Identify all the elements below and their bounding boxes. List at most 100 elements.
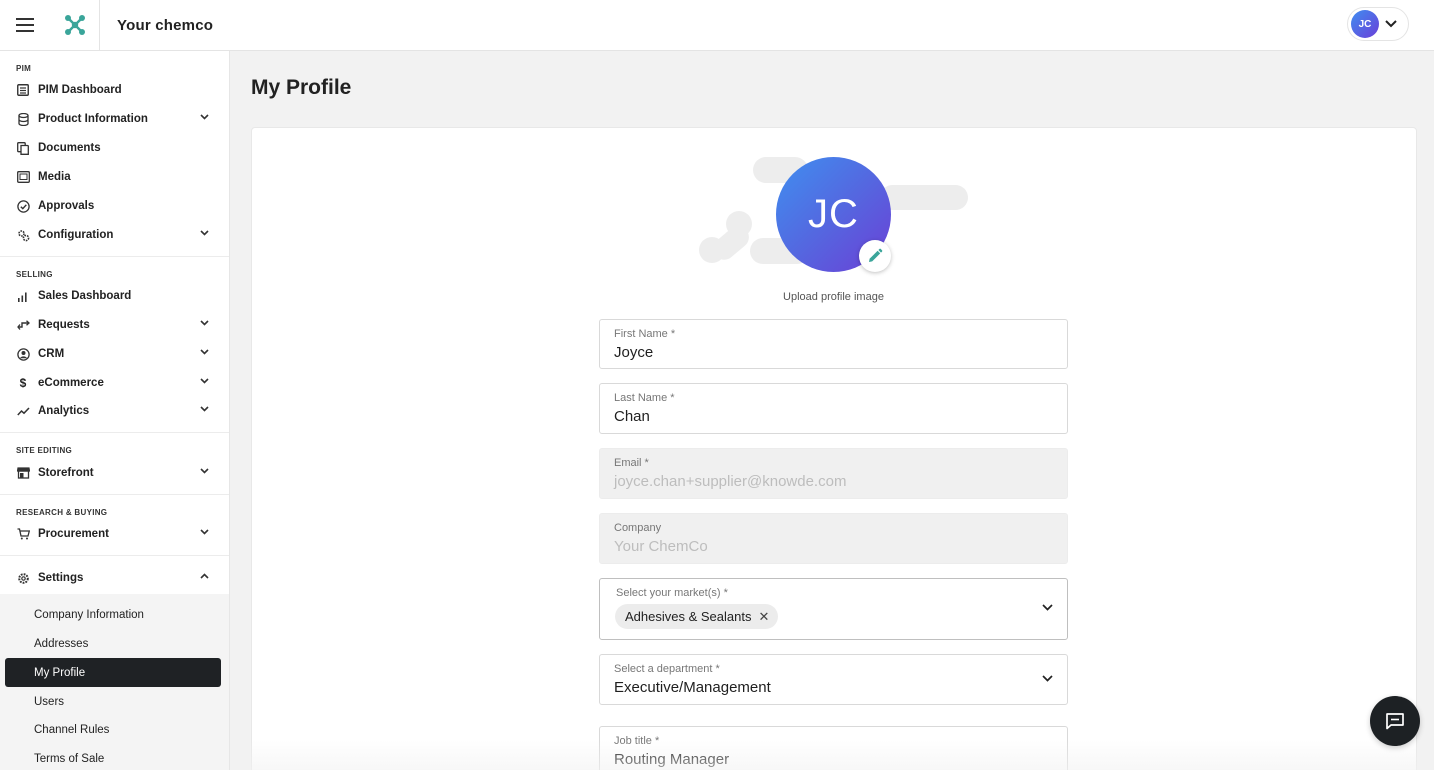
database-icon [16, 112, 30, 126]
sidebar-subitem-terms-of-sale[interactable]: Terms of Sale [5, 744, 221, 770]
divider [0, 256, 229, 257]
sidebar: PIM PIM Dashboard Product Information Do… [0, 51, 230, 770]
requests-icon [16, 318, 30, 332]
chat-button[interactable] [1370, 696, 1420, 746]
sidebar-item-pim-dashboard[interactable]: PIM Dashboard [0, 76, 229, 104]
chevron-down-icon[interactable] [1042, 674, 1053, 682]
divider [0, 555, 229, 556]
pencil-icon [869, 248, 883, 262]
hamburger-icon [16, 18, 34, 32]
check-circle-icon [16, 199, 30, 213]
user-circle-icon [16, 347, 30, 361]
company-field: Company Your ChemCo [599, 513, 1068, 564]
field-label: Company [614, 522, 662, 534]
sidebar-item-label: Sales Dashboard [38, 290, 132, 302]
sidebar-item-storefront[interactable]: Storefront [0, 459, 229, 487]
first-name-input[interactable]: Joyce [614, 344, 653, 361]
sidebar-item-procurement[interactable]: Procurement [0, 520, 229, 548]
sidebar-item-sales-dashboard[interactable]: Sales Dashboard [0, 282, 229, 310]
documents-icon [16, 141, 30, 155]
job-title-field[interactable]: Job title * Routing Manager [599, 726, 1068, 770]
gear-icon [16, 571, 30, 585]
org-title: Your chemco [117, 16, 214, 34]
list-icon [16, 83, 30, 97]
chevron-down-icon [200, 114, 209, 120]
divider [0, 494, 229, 495]
first-name-field[interactable]: First Name * Joyce [599, 319, 1068, 369]
field-label: Last Name * [614, 392, 675, 404]
sidebar-item-ecommerce[interactable]: $ eCommerce [0, 369, 229, 397]
user-menu-button[interactable]: JC [1347, 7, 1409, 41]
sidebar-item-label: Procurement [38, 528, 109, 540]
sidebar-item-media[interactable]: Media [0, 163, 229, 191]
job-title-input[interactable]: Routing Manager [614, 751, 729, 768]
gears-icon [16, 228, 30, 242]
email-input: joyce.chan+supplier@knowde.com [614, 473, 847, 490]
chevron-down-icon[interactable] [1042, 604, 1053, 611]
last-name-input[interactable]: Chan [614, 408, 650, 425]
chevron-down-icon [200, 320, 209, 326]
section-label-site-editing: SITE EDITING [16, 446, 73, 455]
cart-icon [16, 527, 30, 541]
markets-select[interactable]: Select your market(s) * Adhesives & Seal… [599, 578, 1068, 640]
sidebar-item-label: eCommerce [38, 377, 104, 389]
dollar-icon: $ [19, 376, 27, 390]
sidebar-item-label: Documents [38, 142, 101, 154]
upload-profile-image-link[interactable]: Upload profile image [700, 291, 967, 303]
sidebar-item-approvals[interactable]: Approvals [0, 192, 229, 220]
company-input: Your ChemCo [614, 538, 708, 555]
sidebar-item-requests[interactable]: Requests [0, 311, 229, 339]
sidebar-item-crm[interactable]: CRM [0, 340, 229, 368]
last-name-field[interactable]: Last Name * Chan [599, 383, 1068, 434]
divider [0, 432, 229, 433]
department-select[interactable]: Select a department * Executive/Manageme… [599, 654, 1068, 705]
top-header: Your chemco JC [0, 0, 1434, 51]
chevron-up-icon [200, 573, 209, 579]
avatar: JC [1351, 10, 1379, 38]
field-label: Job title * [614, 735, 660, 747]
chevron-down-icon [200, 349, 209, 355]
sidebar-item-label: Analytics [38, 405, 90, 417]
page-title: My Profile [251, 76, 352, 99]
section-label-selling: SELLING [16, 270, 53, 279]
sidebar-item-configuration[interactable]: Configuration [0, 221, 229, 249]
field-label: Email * [614, 457, 649, 469]
sidebar-item-documents[interactable]: Documents [0, 134, 229, 162]
sidebar-item-label: PIM Dashboard [38, 84, 122, 96]
sidebar-item-label: Approvals [38, 200, 95, 212]
sidebar-item-label: Media [38, 171, 71, 183]
sidebar-item-label: Storefront [38, 467, 94, 479]
field-label: First Name * [614, 328, 676, 340]
chevron-down-icon [200, 468, 209, 474]
storefront-icon [16, 466, 30, 480]
decorative-shape [880, 185, 968, 210]
sidebar-item-product-information[interactable]: Product Information [0, 105, 229, 133]
sidebar-subitem-company-information[interactable]: Company Information [5, 600, 221, 629]
bar-chart-icon [16, 289, 30, 303]
image-icon [16, 170, 30, 184]
chevron-down-icon [200, 529, 209, 535]
market-chip: Adhesives & Sealants ✕ [615, 604, 779, 629]
sidebar-subitem-channel-rules[interactable]: Channel Rules [5, 715, 221, 744]
remove-chip-icon[interactable]: ✕ [758, 609, 769, 625]
chevron-down-icon [200, 230, 209, 236]
hamburger-menu-button[interactable] [0, 0, 50, 50]
sidebar-subitem-users[interactable]: Users [5, 687, 221, 716]
trend-icon [16, 404, 30, 418]
sidebar-subitem-addresses[interactable]: Addresses [5, 629, 221, 658]
logo[interactable] [50, 0, 100, 50]
chevron-down-icon [200, 406, 209, 412]
chip-label: Adhesives & Sealants [625, 609, 752, 624]
logo-icon [64, 15, 85, 35]
edit-avatar-button[interactable] [859, 240, 891, 272]
department-value: Executive/Management [614, 679, 771, 696]
sidebar-subitem-my-profile[interactable]: My Profile [5, 658, 221, 687]
sidebar-item-settings[interactable]: Settings [0, 564, 229, 592]
chevron-down-icon [200, 378, 209, 384]
sidebar-item-label: Configuration [38, 229, 114, 241]
field-label: Select your market(s) * [616, 587, 728, 599]
sidebar-item-label: Settings [38, 572, 84, 584]
sidebar-item-analytics[interactable]: Analytics [0, 397, 229, 425]
sidebar-item-label: Product Information [38, 113, 148, 125]
chat-icon [1386, 713, 1404, 730]
